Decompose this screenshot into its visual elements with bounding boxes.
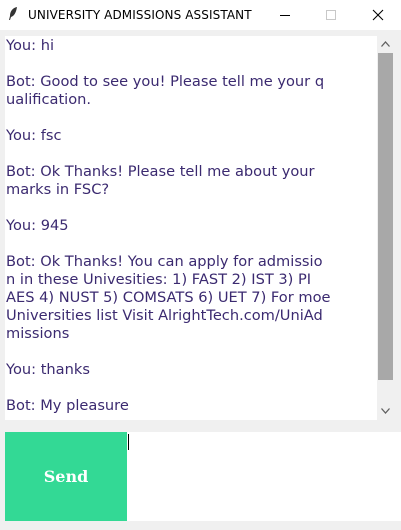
maximize-button[interactable] [308,0,354,30]
close-icon [372,9,384,21]
chat-transcript: You: hi Bot: Good to see you! Please tel… [6,37,331,414]
scroll-up-button[interactable] [377,36,394,53]
close-button[interactable] [355,0,401,30]
text-caret [128,434,129,450]
scroll-thumb[interactable] [378,53,393,380]
window-title: UNIVERSITY ADMISSIONS ASSISTANT [28,8,252,22]
chevron-up-icon [381,41,390,47]
chevron-down-icon [381,408,390,414]
feather-icon [9,7,17,20]
minimize-button[interactable] [262,0,308,30]
message-input[interactable] [127,432,401,521]
chat-log[interactable]: You: hi Bot: Good to see you! Please tel… [5,36,377,420]
minimize-icon [280,15,290,16]
chat-scrollbar[interactable] [377,36,394,420]
scroll-down-button[interactable] [377,403,394,420]
maximize-icon [326,10,336,20]
send-button[interactable]: Send [5,432,127,521]
title-bar: UNIVERSITY ADMISSIONS ASSISTANT [0,0,401,30]
